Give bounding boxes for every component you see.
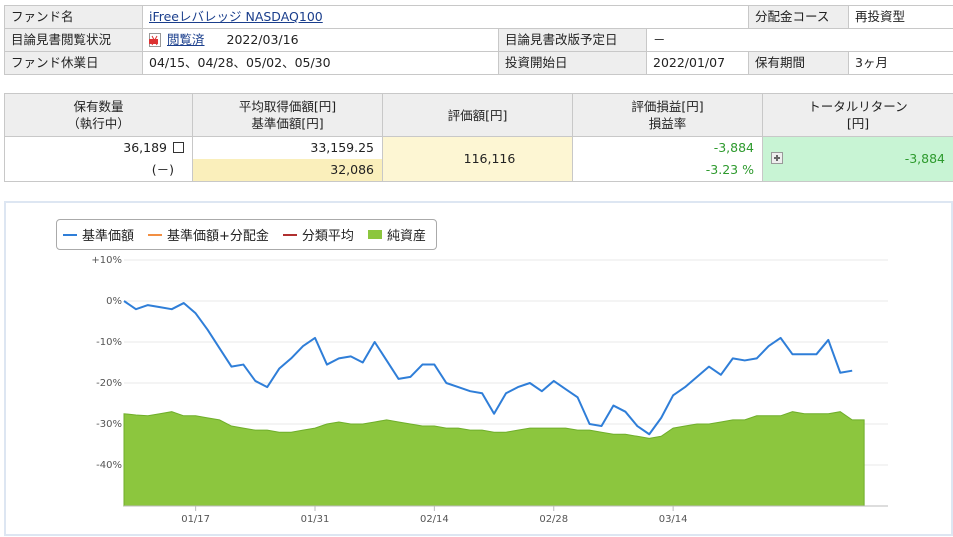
expand-plus-icon[interactable]	[771, 152, 783, 164]
legend-swatch	[283, 234, 297, 236]
legend-swatch	[368, 230, 382, 239]
chart-legend: 基準価額 基準価額+分配金 分類平均 純資産	[56, 219, 437, 250]
y-tick-label: -20%	[96, 378, 122, 389]
holding-table: 保有数量（執行中） 平均取得価額[円]基準価額[円] 評価額[円] 評価損益[円…	[4, 93, 953, 182]
y-tick-label: 0%	[106, 296, 122, 307]
legend-swatch	[63, 234, 77, 236]
pl-rate: -3.23 %	[581, 159, 754, 181]
legend-item[interactable]: 基準価額	[63, 225, 134, 244]
legend-label: 基準価額	[82, 225, 134, 244]
pending-qty: (－)	[13, 159, 184, 181]
total-return-value: -3,884	[905, 137, 945, 181]
pl-header: 評価損益[円]損益率	[573, 94, 763, 137]
prospectus-revision-value: －	[647, 29, 953, 52]
y-tick-label: -40%	[96, 460, 122, 471]
dist-course-label: 分配金コース	[749, 6, 849, 29]
nav-line	[124, 301, 852, 434]
prospectus-revision-label: 目論見書改版予定日	[499, 29, 647, 52]
avg-cost-value: 33,159.25	[193, 137, 382, 159]
total-return-header: トータルリターン[円]	[763, 94, 953, 137]
chart-panel: 基準価額 基準価額+分配金 分類平均 純資産 +10% 0% -10% -20% -30% -4…	[4, 201, 953, 536]
checkbox-icon[interactable]	[173, 142, 184, 153]
prospectus-status-label: 目論見書閲覧状況	[5, 29, 143, 52]
x-tick-label: 03/14	[659, 514, 688, 525]
pdf-icon[interactable]	[149, 32, 161, 46]
dist-course-value: 再投資型	[849, 6, 953, 29]
net-assets-area	[124, 412, 864, 506]
pl-cell: -3,884 -3.23 %	[573, 137, 763, 182]
x-tick-label: 01/31	[301, 514, 330, 525]
qty-header: 保有数量（執行中）	[5, 94, 193, 137]
avg-cost-header: 平均取得価額[円]基準価額[円]	[193, 94, 383, 137]
holding-period-label: 保有期間	[749, 52, 849, 75]
x-tick-label: 02/28	[539, 514, 568, 525]
x-tick-label: 01/17	[181, 514, 210, 525]
qty-cell: 36,189 (－)	[5, 137, 193, 182]
value-cell: 116,116	[383, 137, 573, 182]
start-date-label: 投資開始日	[499, 52, 647, 75]
legend-label: 分類平均	[302, 225, 354, 244]
fund-name-label: ファンド名	[5, 6, 143, 29]
prospectus-viewed-link[interactable]: 閲覧済	[167, 32, 205, 47]
y-tick-label: +10%	[91, 255, 122, 266]
fund-info-table: ファンド名 iFreeレバレッジ NASDAQ100 分配金コース 再投資型 目…	[4, 5, 953, 75]
total-return-cell: -3,884	[763, 137, 953, 182]
x-tick-label: 02/14	[420, 514, 449, 525]
legend-swatch	[148, 234, 162, 236]
fund-name-link[interactable]: iFreeレバレッジ NASDAQ100	[149, 9, 323, 24]
legend-item[interactable]: 基準価額+分配金	[148, 225, 269, 244]
legend-label: 純資産	[387, 225, 426, 244]
holding-period-value: 3ヶ月	[849, 52, 953, 75]
holidays-label: ファンド休業日	[5, 52, 143, 75]
start-date-value: 2022/01/07	[647, 52, 749, 75]
y-tick-label: -30%	[96, 419, 122, 430]
pl-value: -3,884	[581, 137, 754, 159]
legend-label: 基準価額+分配金	[167, 225, 269, 244]
legend-item[interactable]: 純資産	[368, 225, 426, 244]
value-header: 評価額[円]	[383, 94, 573, 137]
qty-value: 36,189	[123, 140, 167, 155]
prospectus-date: 2022/03/16	[227, 32, 299, 47]
holidays-value: 04/15、04/28、05/02、05/30	[143, 52, 499, 75]
legend-item[interactable]: 分類平均	[283, 225, 354, 244]
nav-value: 32,086	[193, 159, 382, 181]
avg-cost-cell: 33,159.25 32,086	[193, 137, 383, 182]
y-tick-label: -10%	[96, 337, 122, 348]
performance-chart: +10% 0% -10% -20% -30% -40% 01/17 01/31 02/14 02/…	[6, 203, 951, 534]
